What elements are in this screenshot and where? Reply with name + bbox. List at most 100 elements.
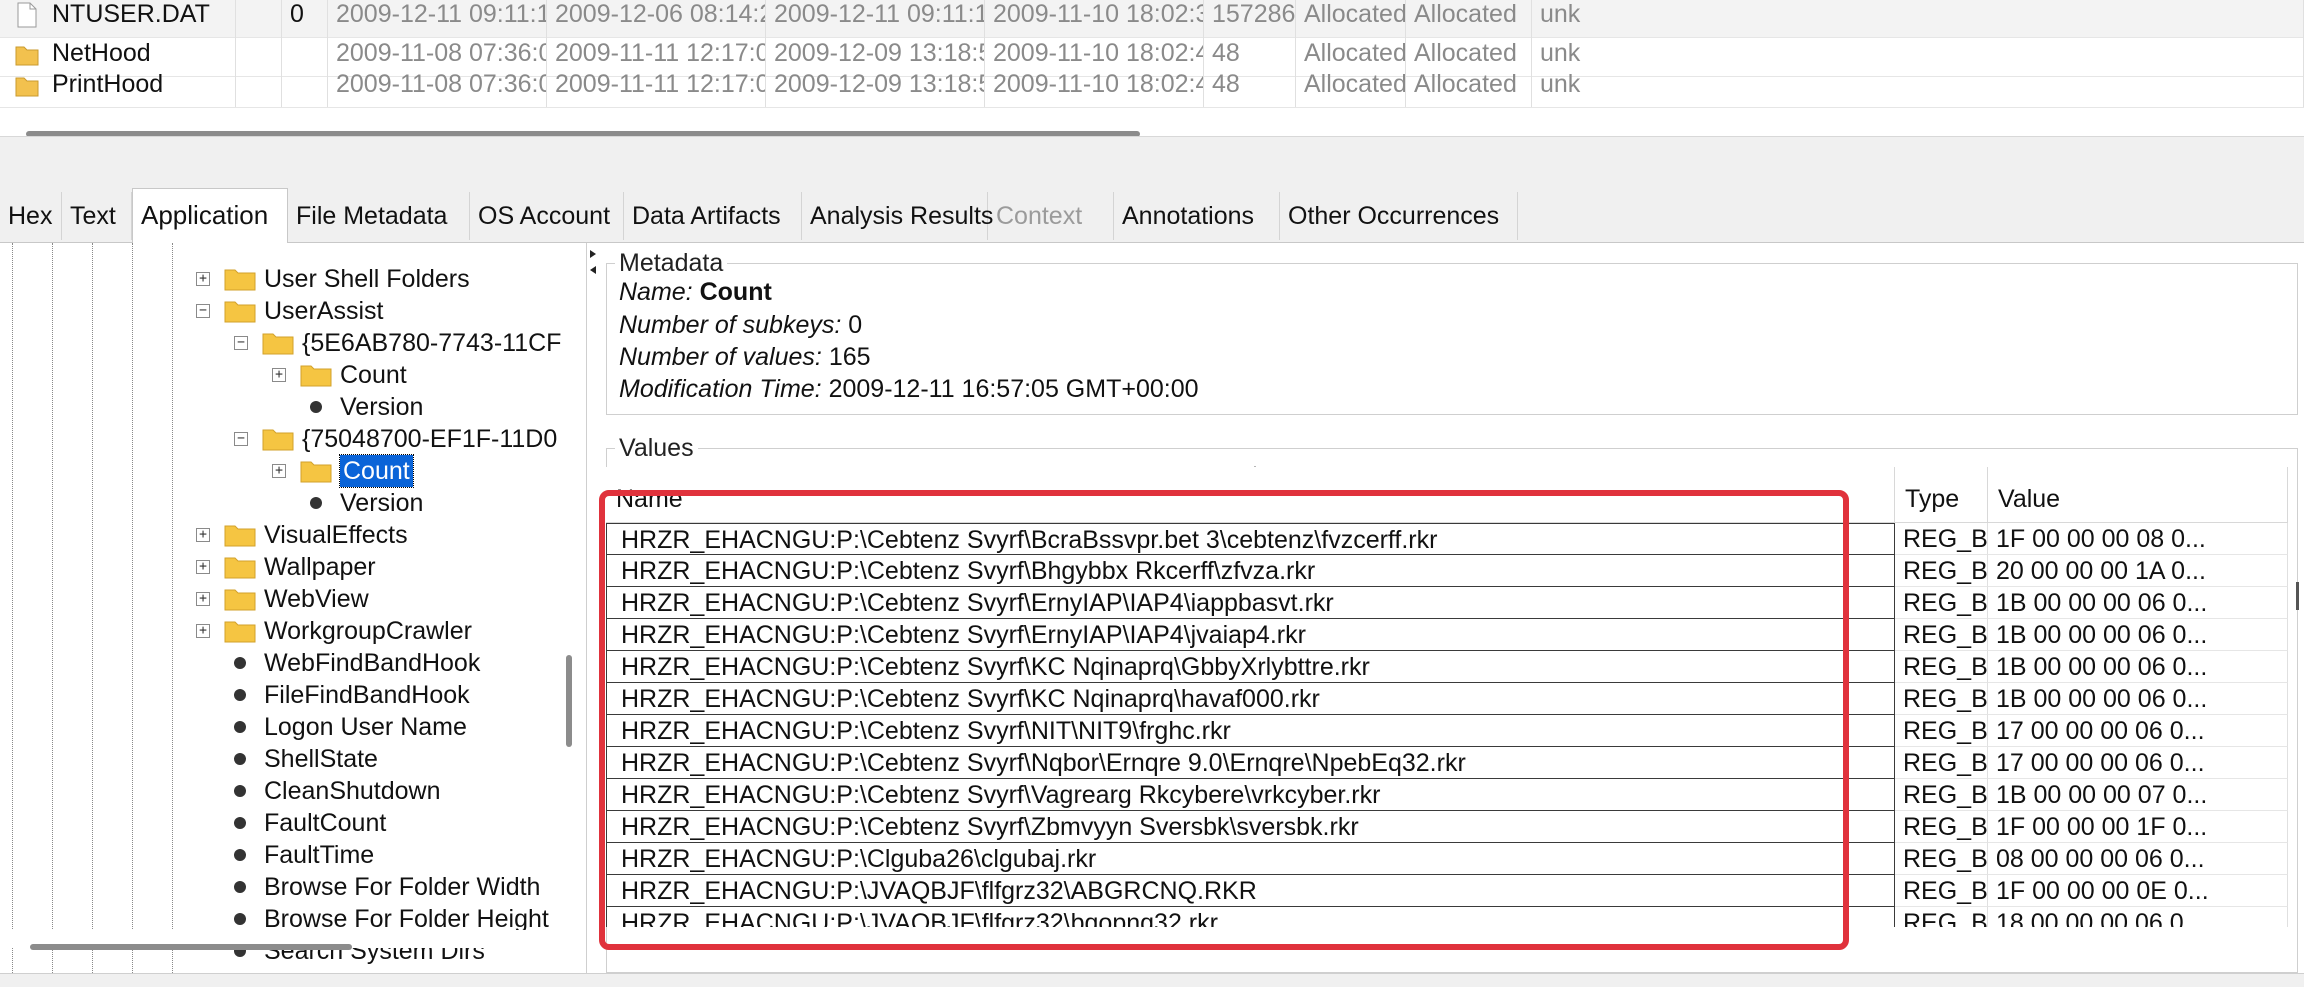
tree-node-label: FileFindBandHook <box>264 681 470 709</box>
tree-node[interactable]: Version <box>0 487 586 519</box>
file-known-cell: unk <box>1532 62 2304 107</box>
value-row[interactable]: HRZR_EHACNGU:P:\Cebtenz Svyrf\BcraBssvpr… <box>606 523 2292 555</box>
tree-node[interactable]: CleanShutdown <box>0 775 586 807</box>
value-row[interactable]: HRZR_EHACNGU:P:\JVAQBJF\flfgrz32\bqopnq3… <box>606 907 2292 927</box>
split-arrows-icon[interactable] <box>588 248 598 278</box>
expand-icon[interactable]: + <box>272 464 286 478</box>
tab-os-account[interactable]: OS Account <box>470 192 624 240</box>
tree-node[interactable]: Browse For Folder Width <box>0 871 586 903</box>
value-data-cell: 17 00 00 00 06 0... <box>1988 715 2288 747</box>
value-row[interactable]: HRZR_EHACNGU:P:\Cebtenz Svyrf\KC Nqinapr… <box>606 683 2292 715</box>
tree-node-label: Count <box>339 454 414 488</box>
tree-node[interactable]: + Count <box>0 454 586 488</box>
column-header-value[interactable]: Value <box>1988 467 2288 523</box>
tab-application[interactable]: Application <box>132 188 288 243</box>
status-strip <box>0 973 2304 987</box>
tab-data-artifacts[interactable]: Data Artifacts <box>624 192 802 240</box>
tree-node-label: VisualEffects <box>264 521 408 549</box>
value-name-cell: HRZR_EHACNGU:P:\JVAQBJF\flfgrz32\ABGRCNQ… <box>606 875 1895 907</box>
meta-mtime-line: Modification Time: 2009-12-11 16:57:05 G… <box>619 373 1199 405</box>
tree-node[interactable]: − {75048700-EF1F-11D0 <box>0 423 586 455</box>
tree-node[interactable]: FaultCount <box>0 807 586 839</box>
value-name-cell: HRZR_EHACNGU:P:\Cebtenz Svyrf\Vagrearg R… <box>606 779 1895 811</box>
collapse-icon[interactable]: − <box>234 432 248 446</box>
values-table: Name Type Value HRZR_EHACNGU:P:\Cebtenz … <box>606 467 2292 927</box>
value-row[interactable]: HRZR_EHACNGU:P:\Cebtenz Svyrf\NIT\NIT9\f… <box>606 715 2292 747</box>
tree-node[interactable]: + WebView <box>0 583 586 615</box>
expand-icon[interactable]: + <box>196 624 210 638</box>
file-meta-flag-cell: Allocated <box>1406 62 1532 107</box>
value-row[interactable]: HRZR_EHACNGU:P:\Cebtenz Svyrf\ErnyIAP\IA… <box>606 587 2292 619</box>
splitter[interactable] <box>0 136 2304 189</box>
tree-node[interactable]: − {5E6AB780-7743-11CF <box>0 327 586 359</box>
value-row[interactable]: HRZR_EHACNGU:P:\Cebtenz Svyrf\Vagrearg R… <box>606 779 2292 811</box>
value-row[interactable]: HRZR_EHACNGU:P:\Cebtenz Svyrf\Nqbor\Ernq… <box>606 747 2292 779</box>
tree-node[interactable]: + Count <box>0 359 586 391</box>
tree-horizontal-scroll-thumb[interactable] <box>30 944 352 950</box>
file-flag-cell <box>236 62 282 107</box>
tree-node[interactable]: WebFindBandHook <box>0 647 586 679</box>
value-type-cell: REG_BIN <box>1895 587 1988 619</box>
folder-icon <box>224 589 256 611</box>
folder-icon <box>262 429 294 451</box>
column-header-type[interactable]: Type <box>1895 467 1988 523</box>
value-row[interactable]: HRZR_EHACNGU:P:\Clguba26\clgubaj.rkr REG_… <box>606 843 2292 875</box>
tree-node[interactable]: + VisualEffects <box>0 519 586 551</box>
expand-icon[interactable]: + <box>196 560 210 574</box>
value-type-cell: REG_BIN <box>1895 715 1988 747</box>
expand-icon[interactable]: + <box>196 528 210 542</box>
tree-node[interactable]: ShellState <box>0 743 586 775</box>
meta-subkeys-label: Number of subkeys: <box>619 311 842 339</box>
tree-node-label: User Shell Folders <box>264 265 470 293</box>
tree-node-label: Logon User Name <box>264 713 467 741</box>
value-row[interactable]: HRZR_EHACNGU:P:\Cebtenz Svyrf\KC Nqinapr… <box>606 651 2292 683</box>
tree-node[interactable]: − UserAssist <box>0 295 586 327</box>
tree-node-label: FaultCount <box>264 809 387 837</box>
meta-values-line: Number of values: 165 <box>619 341 871 373</box>
tree-node[interactable]: + User Shell Folders <box>0 263 586 295</box>
expand-icon[interactable]: + <box>272 368 286 382</box>
value-type-cell: REG_BIN <box>1895 907 1988 927</box>
tree-node[interactable]: Logon User Name <box>0 711 586 743</box>
collapse-icon[interactable]: − <box>234 336 248 350</box>
value-name-cell: HRZR_EHACNGU:P:\Cebtenz Svyrf\Bhgybbx Rk… <box>606 555 1895 587</box>
file-changed-cell: 2009-11-11 12:17:03 PST <box>547 62 766 107</box>
value-name-cell: HRZR_EHACNGU:P:\JVAQBJF\flfgrz32\bqopnq3… <box>606 907 1895 927</box>
tab-hex[interactable]: Hex <box>0 192 62 240</box>
tree-node-label: Browse For Folder Width <box>264 873 541 901</box>
folder-icon <box>224 557 256 579</box>
tab-file-metadata[interactable]: File Metadata <box>288 192 470 240</box>
tree-vertical-scroll-thumb[interactable] <box>566 655 572 747</box>
tab-analysis-results[interactable]: Analysis Results <box>802 192 993 240</box>
meta-name-value: Count <box>699 278 772 306</box>
tab-other-occurrences[interactable]: Other Occurrences <box>1280 192 1518 240</box>
tree-node[interactable]: + Wallpaper <box>0 551 586 583</box>
value-name-cell: HRZR_EHACNGU:P:\Cebtenz Svyrf\NIT\NIT9\f… <box>606 715 1895 747</box>
folder-icon <box>224 301 256 323</box>
value-row[interactable]: HRZR_EHACNGU:P:\JVAQBJF\flfgrz32\ABGRCNQ… <box>606 875 2292 907</box>
value-type-cell: REG_BIN <box>1895 747 1988 779</box>
file-row[interactable]: PrintHood2009-11-08 07:36:06 PST2009-11-… <box>0 62 2304 108</box>
file-size-cell: 48 <box>1204 62 1296 107</box>
value-name-cell: HRZR_EHACNGU:P:\Cebtenz Svyrf\Zbmvyyn Sv… <box>606 811 1895 843</box>
value-name-cell: HRZR_EHACNGU:P:\Cebtenz Svyrf\BcraBssvpr… <box>606 523 1895 555</box>
value-row[interactable]: HRZR_EHACNGU:P:\Cebtenz Svyrf\Bhgybbx Rk… <box>606 555 2292 587</box>
expand-icon[interactable]: + <box>196 592 210 606</box>
file-created-cell: 2009-11-10 18:02:40 PST <box>985 62 1204 107</box>
tree-node[interactable]: FileFindBandHook <box>0 679 586 711</box>
value-row[interactable]: HRZR_EHACNGU:P:\Cebtenz Svyrf\Zbmvyyn Sv… <box>606 811 2292 843</box>
column-header-name[interactable]: Name <box>606 467 1895 523</box>
tree-node[interactable]: Version <box>0 391 586 423</box>
tree-node-label: Version <box>340 393 424 421</box>
folder-icon <box>224 621 256 643</box>
collapse-icon[interactable]: − <box>196 304 210 318</box>
tree-node[interactable]: + WorkgroupCrawler <box>0 615 586 647</box>
metadata-group: Metadata Name: Count Number of subkeys: … <box>606 248 2298 415</box>
tab-text[interactable]: Text <box>62 192 132 240</box>
value-type-cell: REG_BIN <box>1895 843 1988 875</box>
expand-icon[interactable]: + <box>196 272 210 286</box>
tab-annotations[interactable]: Annotations <box>1114 192 1280 240</box>
tree-node[interactable]: FaultTime <box>0 839 586 871</box>
value-row[interactable]: HRZR_EHACNGU:P:\Cebtenz Svyrf\ErnyIAP\IA… <box>606 619 2292 651</box>
value-name-cell: HRZR_EHACNGU:P:\Cebtenz Svyrf\ErnyIAP\IA… <box>606 619 1895 651</box>
